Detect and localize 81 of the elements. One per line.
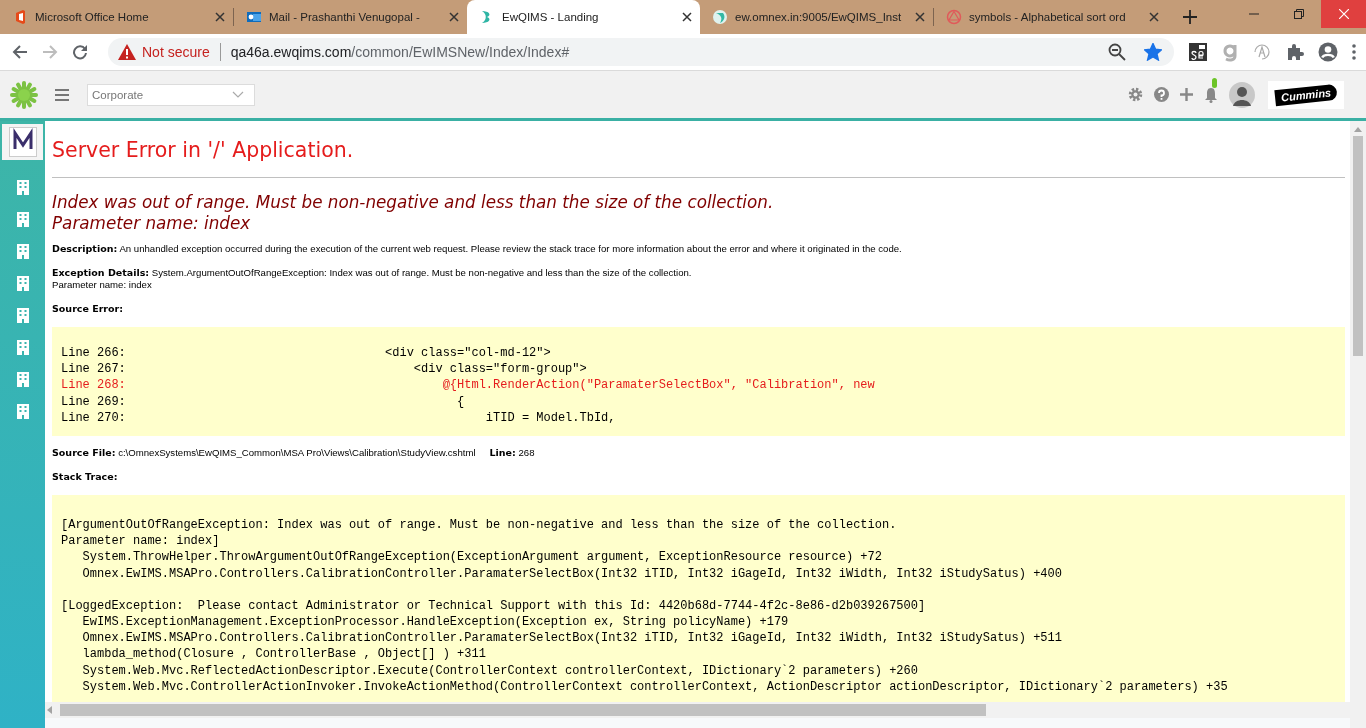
building-icon[interactable]	[16, 180, 29, 195]
browser-tab[interactable]: symbols - Alphabetical sort ord	[934, 0, 1167, 34]
scroll-thumb[interactable]	[60, 704, 986, 716]
stack-line: [LoggedException: Please contact Administrator or Technical Support with this Id: 4420b68d-7744-4f2c-8e86-d2b039267500]	[61, 597, 927, 615]
error-title: Server Error in '/' Application.	[52, 137, 355, 164]
stack-line: System.ThrowHelper.ThrowArgumentOutOfRangeException(ExceptionArgument argument, ExceptionResource resource) +72	[81, 549, 883, 566]
module-logo-icon[interactable]	[8, 127, 37, 157]
error-message: Index was out of range. Must be non-negative and less than the size of the collection.	[52, 192, 775, 213]
menu-icon[interactable]	[1352, 44, 1356, 60]
stack-line: lambda_method(Closure , ControllerBase , Object[] ) +311	[81, 646, 487, 663]
stack-line: Parameter name: index]	[61, 533, 221, 550]
stack-line: EwIMS.ExceptionManagement.ExceptionProcessor.HandleException(Exception ex, String policyName) +179	[81, 614, 790, 631]
logo-icon[interactable]	[9, 79, 39, 110]
building-icon[interactable]	[16, 372, 29, 387]
scroll-up-icon[interactable]	[1354, 127, 1362, 132]
favicon-icon	[946, 9, 962, 25]
close-icon[interactable]	[215, 12, 225, 22]
description-text: An unhandled exception occurred during the execution of the current web request. Please review the stack trace for more information about the error and where it originated in the code.	[119, 243, 902, 254]
favicon-icon	[246, 9, 262, 25]
close-icon[interactable]	[682, 12, 692, 22]
help-icon[interactable]	[1154, 87, 1169, 102]
chevron-down-icon	[232, 91, 244, 98]
notification-icon[interactable]	[1204, 86, 1218, 103]
code-line: Line 270: iTID = Model.TbId,	[61, 409, 617, 426]
building-icon[interactable]	[16, 212, 29, 227]
scroll-left-icon[interactable]	[47, 706, 52, 714]
browser-tab[interactable]: Microsoft Office Home	[0, 0, 233, 34]
code-line: Line 269: {	[61, 393, 466, 410]
back-icon[interactable]	[12, 44, 28, 60]
field-label: Description:	[52, 243, 118, 254]
avatar-icon[interactable]	[1229, 81, 1255, 108]
stack-line: Omnex.EwIMS.MSAPro.Controllers.CalibrationController.ParamaterSelectBox(Int32 iTID, Int32 iGageId, Int32 iWidth, Int32 iStudySatus) +511	[81, 630, 1063, 647]
building-icon[interactable]	[16, 308, 29, 323]
stack-line: [ArgumentOutOfRangeException: Index was out of range. Must be non-negative and less than the size of the collection.	[61, 517, 898, 534]
building-icon[interactable]	[16, 340, 29, 355]
horizontal-scrollbar[interactable]	[45, 702, 1350, 718]
warning-icon	[118, 44, 136, 60]
reload-icon[interactable]	[72, 44, 88, 60]
profile-icon[interactable]	[1318, 42, 1338, 62]
close-icon[interactable]	[915, 12, 925, 22]
building-icon[interactable]	[16, 244, 29, 259]
parameter-text: Parameter name: index	[52, 279, 152, 290]
close-icon[interactable]	[1149, 12, 1159, 22]
browser-tab[interactable]: Mail - Prashanthi Venugopal -	[234, 0, 467, 34]
line-number: 268	[518, 447, 535, 458]
url-text[interactable]: qa46a.ewqims.com/common/EwIMSNew/Index/Index#	[230, 44, 1102, 60]
puzzle-icon[interactable]	[1286, 43, 1304, 61]
browser-tab[interactable]: EwQIMS - Landing	[467, 0, 700, 34]
field-label: Exception Details:	[52, 267, 150, 278]
menu-icon[interactable]	[55, 88, 69, 101]
scroll-thumb[interactable]	[1353, 136, 1363, 356]
company-logo[interactable]: Cummins	[1268, 80, 1344, 109]
forward-icon[interactable]	[42, 44, 58, 60]
settings-icon[interactable]	[1128, 87, 1143, 102]
code-line: Line 266: <div class="col-md-12">	[61, 345, 552, 362]
favicon-icon	[712, 9, 728, 25]
new-tab-icon[interactable]	[1183, 10, 1197, 24]
restore-icon[interactable]	[1293, 9, 1304, 19]
code-line: Line 267: <div class="form-group">	[61, 361, 588, 378]
building-icon[interactable]	[16, 404, 29, 419]
exception-text: System.ArgumentOutOfRangeException: Index was out of range. Must be non-negative and less than the size of the collection.	[151, 267, 692, 278]
extension-icon[interactable]	[1188, 42, 1208, 62]
stack-line: Omnex.EwIMS.MSAPro.Controllers.CalibrationController.ParamaterSelectBox(Int32 iTID, Int32 iGageId, Int32 iWidth, Int32 iStudySatus) +400	[81, 565, 1063, 582]
field-label: Line:	[489, 447, 516, 458]
field-label: Source File:	[52, 447, 116, 458]
field-label: Source Error:	[52, 303, 124, 314]
stack-line: System.Web.Mvc.ControllerActionInvoker.InvokeActionMethod(ControllerContext controllerContext, ActionDescriptor actionDescriptor, IDictionary`2 parameters) +35	[81, 678, 1229, 696]
close-icon[interactable]	[449, 12, 459, 22]
star-icon[interactable]	[1144, 43, 1162, 61]
field-label: Stack Trace:	[52, 471, 118, 482]
error-message: Parameter name: index	[52, 213, 252, 234]
security-label[interactable]: Not secure	[142, 44, 210, 60]
add-icon[interactable]	[1180, 88, 1193, 101]
vertical-scrollbar[interactable]	[1350, 121, 1366, 728]
code-line: Line 268: @{Html.RenderAction("ParamaterSelectBox", "Calibration", new	[61, 377, 876, 394]
browser-tab[interactable]: ew.omnex.in:9005/EwQIMS_Inst	[700, 0, 933, 34]
unit-select[interactable]: Corporate	[87, 83, 255, 106]
stack-line: System.Web.Mvc.ReflectedActionDescriptor.Execute(ControllerContext controllerContext, IDictionary`2 parameters) +260	[81, 662, 919, 679]
zoom-out-icon[interactable]	[1108, 43, 1126, 61]
file-path: c:\OmnexSystems\EwQIMS_Common\MSA Pro\Views\Calibration\StudyView.cshtml	[118, 447, 476, 458]
building-icon[interactable]	[16, 276, 29, 291]
